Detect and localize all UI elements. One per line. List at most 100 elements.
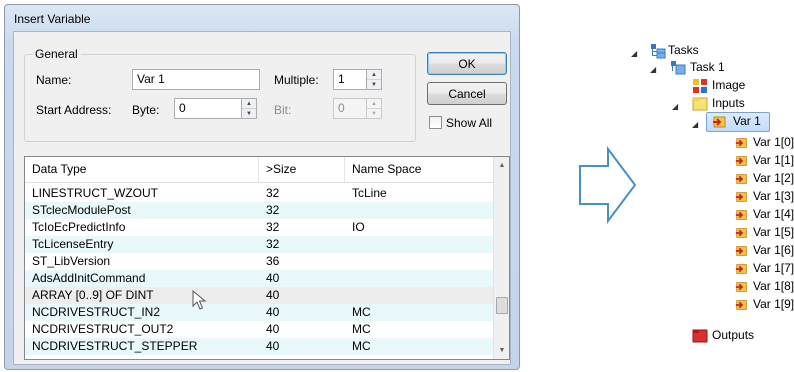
inputs-folder-icon	[692, 97, 708, 111]
tree-item-var1-child[interactable]: Var 1[3]	[753, 188, 794, 205]
column-header-size[interactable]: >Size	[259, 157, 345, 182]
multiple-label: Multiple:	[274, 73, 319, 87]
table-row[interactable]: ST_LibVersion 36	[25, 253, 493, 270]
start-address-label: Start Address:	[36, 103, 112, 117]
cell-size: 40	[266, 322, 280, 336]
cell-data-type: LINESTRUCT_WZOUT	[32, 186, 158, 200]
variable-arrow-icon	[735, 282, 747, 292]
insert-variable-dialog: Insert Variable General Name: Var 1 Mult…	[4, 4, 520, 370]
multiple-spinner[interactable]: ▲ ▼	[366, 69, 382, 90]
tree-item-var1-child[interactable]: Var 1[5]	[753, 224, 794, 241]
name-input[interactable]: Var 1	[132, 69, 260, 90]
tree-item-tasks[interactable]: Tasks	[668, 42, 699, 59]
scrollbar-thumb[interactable]	[496, 297, 508, 314]
table-row[interactable]: NCDRIVESTRUCT_STEPPER 40 MC	[25, 338, 493, 355]
table-row[interactable]: ARRAY [0..9] OF DINT 40	[25, 287, 493, 304]
tree-item-var1-child[interactable]: Var 1[6]	[753, 242, 794, 259]
tree-item-var1-child[interactable]: Var 1[4]	[753, 206, 794, 223]
cell-data-type: TcLicenseEntry	[32, 237, 114, 251]
cell-name-space: TcLine	[352, 186, 387, 200]
triangle-expanded-icon[interactable]: ◢	[631, 49, 637, 58]
name-label: Name:	[36, 73, 72, 87]
cell-name-space: IO	[352, 220, 365, 234]
tree-item-image[interactable]: Image	[712, 77, 745, 94]
cancel-button[interactable]: Cancel	[427, 82, 507, 105]
table-row[interactable]: AdsAddInitCommand 40	[25, 270, 493, 287]
cell-data-type: NCDRIVESTRUCT_STEPPER	[32, 339, 198, 353]
cell-name-space: MC	[352, 305, 371, 319]
outputs-folder-icon	[692, 329, 708, 343]
cell-size: 32	[266, 237, 280, 251]
dialog-title: Insert Variable	[14, 12, 91, 26]
tree-item-var1-child[interactable]: Var 1[7]	[753, 260, 794, 277]
triangle-expanded-icon[interactable]: ◢	[672, 102, 678, 111]
variable-arrow-icon	[735, 228, 747, 238]
multiple-input[interactable]: 1	[333, 69, 367, 90]
byte-spinner[interactable]: ▲ ▼	[241, 98, 257, 119]
variable-arrow-icon	[735, 300, 747, 310]
cell-data-type: TcIoEcPredictInfo	[32, 220, 126, 234]
tree-item-var1-child[interactable]: Var 1[1]	[753, 152, 794, 169]
show-all-checkbox[interactable]	[429, 116, 442, 129]
variable-arrow-icon	[713, 116, 726, 128]
tree-item-outputs[interactable]: Outputs	[712, 327, 754, 344]
spin-down-icon[interactable]: ▼	[242, 109, 256, 118]
general-legend: General	[32, 47, 81, 61]
scroll-down-icon[interactable]: ▼	[494, 342, 509, 359]
byte-input[interactable]: 0	[174, 98, 242, 119]
spin-down-icon: ▼	[371, 110, 377, 117]
column-header-name-space[interactable]: Name Space	[345, 157, 492, 182]
table-row[interactable]: STclecModulePost 32	[25, 202, 493, 219]
cell-size: 40	[266, 305, 280, 319]
variable-arrow-icon	[735, 156, 747, 166]
ok-button[interactable]: OK	[427, 52, 507, 75]
mouse-pointer-icon	[192, 290, 207, 310]
spin-up-icon[interactable]: ▲	[367, 70, 381, 80]
cell-data-type: STclecModulePost	[32, 203, 131, 217]
variable-arrow-icon	[735, 174, 747, 184]
variable-arrow-icon	[735, 210, 747, 220]
cell-data-type: ST_LibVersion	[32, 254, 111, 268]
cell-size: 40	[266, 271, 280, 285]
variable-arrow-icon	[735, 192, 747, 202]
tree-item-inputs[interactable]: Inputs	[712, 95, 745, 112]
cell-name-space: MC	[352, 322, 371, 336]
list-header: Data Type >Size Name Space	[25, 157, 493, 183]
variable-arrow-icon	[735, 246, 747, 256]
tree-item-var1-child[interactable]: Var 1[0]	[753, 134, 794, 151]
spin-up-icon[interactable]: ▲	[242, 99, 256, 109]
right-arrow-icon	[579, 146, 637, 224]
table-row[interactable]: LINESTRUCT_WZOUT 32 TcLine	[25, 185, 493, 202]
tree-item-var1-child[interactable]: Var 1[9]	[753, 296, 794, 313]
image-icon	[693, 79, 707, 93]
spin-up-icon: ▲	[367, 99, 381, 109]
cell-size: 36	[266, 254, 280, 268]
tree-item-var1[interactable]: Var 1	[733, 113, 761, 130]
list-vertical-scrollbar[interactable]: ▲ ▼	[493, 157, 509, 359]
cell-data-type: NCDRIVESTRUCT_OUT2	[32, 322, 174, 336]
table-row[interactable]: NCDRIVESTRUCT_IN2 40 MC	[25, 304, 493, 321]
triangle-expanded-icon[interactable]: ◢	[650, 65, 656, 74]
cell-size: 40	[266, 339, 280, 353]
cell-data-type: AdsAddInitCommand	[32, 271, 146, 285]
bit-spinner: ▲ ▼	[366, 98, 382, 119]
spin-down-icon[interactable]: ▼	[367, 80, 381, 89]
tasks-icon	[651, 44, 666, 59]
bit-label: Bit:	[274, 103, 292, 117]
table-row[interactable]: TcIoEcPredictInfo 32 IO	[25, 219, 493, 236]
data-type-list[interactable]: Data Type >Size Name Space LINESTRUCT_WZ…	[24, 156, 510, 360]
table-row[interactable]: NCDRIVESTRUCT_OUT2 40 MC	[25, 321, 493, 338]
cell-data-type: NCDRIVESTRUCT_IN2	[32, 305, 161, 319]
cell-data-type: ARRAY [0..9] OF DINT	[32, 288, 154, 302]
cell-size: 32	[266, 220, 280, 234]
tree-item-var1-child[interactable]: Var 1[8]	[753, 278, 794, 295]
triangle-expanded-icon[interactable]: ◢	[692, 120, 698, 129]
bit-input: 0	[333, 98, 367, 119]
scroll-up-icon[interactable]: ▲	[494, 157, 509, 174]
tree-item-task1[interactable]: Task 1	[690, 59, 725, 76]
column-header-data-type[interactable]: Data Type	[25, 157, 259, 182]
tree-item-var1-child[interactable]: Var 1[2]	[753, 170, 794, 187]
show-all-label: Show All	[446, 116, 493, 130]
variable-arrow-icon	[735, 264, 747, 274]
table-row[interactable]: TcLicenseEntry 32	[25, 236, 493, 253]
